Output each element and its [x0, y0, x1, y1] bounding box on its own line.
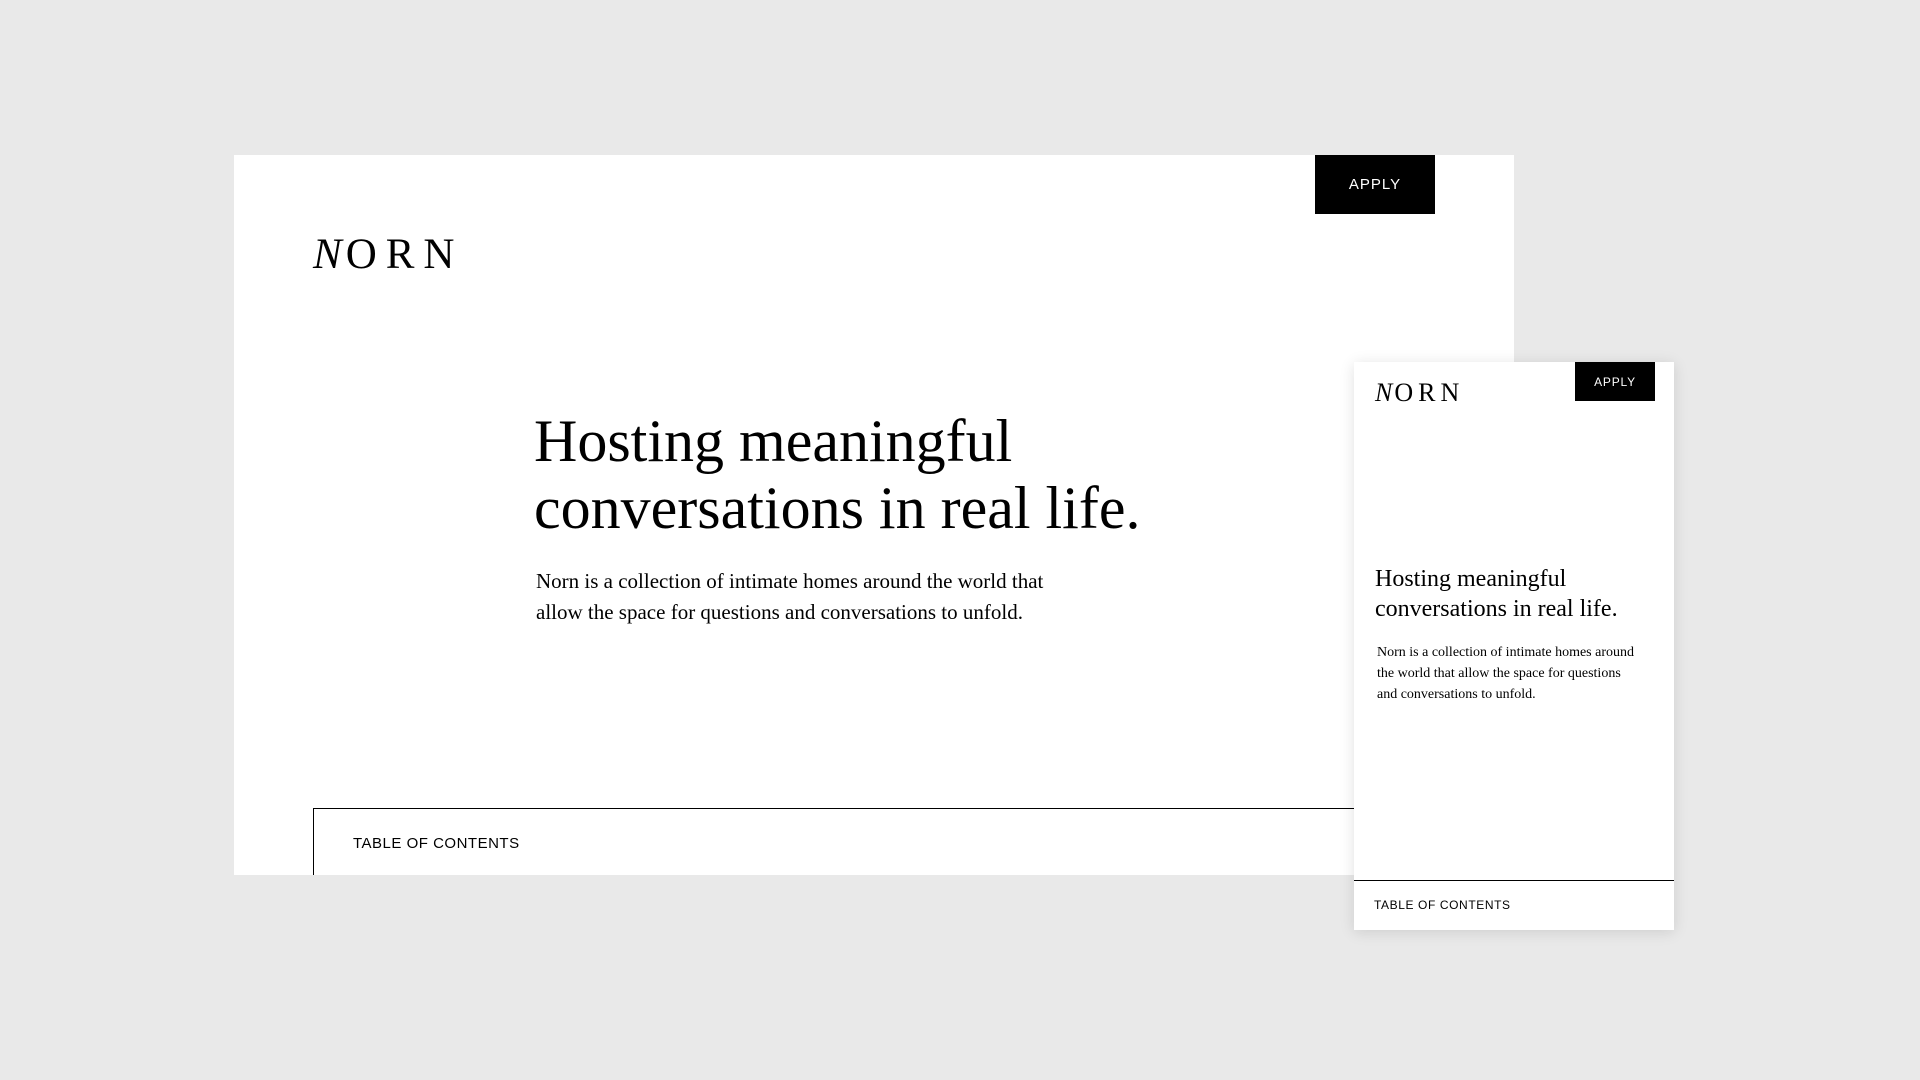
- table-of-contents-toggle[interactable]: TABLE OF CONTENTS: [313, 808, 1514, 875]
- headline-line: Hosting meaningful: [1375, 566, 1567, 592]
- toc-label: TABLE OF CONTENTS: [1374, 898, 1511, 912]
- hero-description: Norn is a collection of intimate homes a…: [1377, 642, 1662, 705]
- description-line: Norn is a collection of intimate homes a…: [536, 569, 1044, 593]
- norn-logo[interactable]: N ORN: [1375, 378, 1464, 408]
- headline-line: conversations in real life.: [534, 475, 1141, 541]
- description-line: the world that allow the space for quest…: [1377, 666, 1621, 681]
- description-line: and conversations to unfold.: [1377, 687, 1536, 702]
- logo-wordmark: ORN: [345, 231, 464, 278]
- norn-logo[interactable]: N ORN: [313, 230, 463, 280]
- logo-initial: N: [1375, 378, 1395, 407]
- toc-label: TABLE OF CONTENTS: [353, 835, 520, 852]
- logo-wordmark: ORN: [1394, 378, 1465, 407]
- hero-headline: Hosting meaningful conversations in real…: [1375, 564, 1665, 624]
- headline-line: conversations in real life.: [1375, 596, 1618, 622]
- hero-description: Norn is a collection of intimate homes a…: [536, 566, 1136, 628]
- description-line: Norn is a collection of intimate homes a…: [1377, 645, 1634, 660]
- logo-initial: N: [313, 231, 346, 278]
- apply-button[interactable]: APPLY: [1315, 155, 1435, 214]
- table-of-contents-toggle[interactable]: TABLE OF CONTENTS: [1354, 880, 1674, 930]
- mobile-preview: N ORN APPLY Hosting meaningful conversati…: [1354, 362, 1674, 930]
- apply-button[interactable]: APPLY: [1575, 362, 1655, 401]
- hero-headline: Hosting meaningful conversations in real…: [534, 408, 1234, 542]
- description-line: allow the space for questions and conver…: [536, 600, 1023, 624]
- desktop-preview: APPLY N ORN Hosting meaningful conversati…: [234, 155, 1514, 875]
- headline-line: Hosting meaningful: [534, 408, 1013, 474]
